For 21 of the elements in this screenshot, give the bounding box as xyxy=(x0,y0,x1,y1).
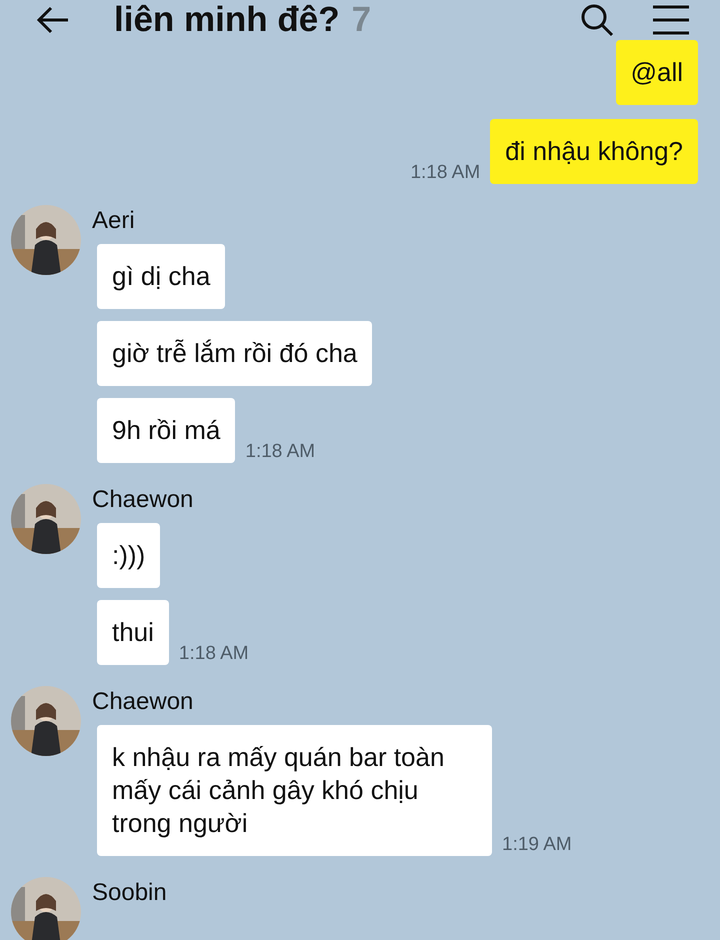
sender-name: Soobin xyxy=(92,879,167,907)
search-icon[interactable] xyxy=(580,3,614,37)
message-time: 1:18 AM xyxy=(245,441,316,463)
message-bubble: thui xyxy=(97,600,169,665)
message-bubble: 9h rồi má xyxy=(97,398,236,463)
message-time: 1:18 AM xyxy=(410,162,480,184)
message-time: 1:18 AM xyxy=(178,643,249,665)
back-icon[interactable] xyxy=(36,6,70,34)
sender-name: Chaewon xyxy=(92,486,194,514)
message-bubble: gì dị cha xyxy=(97,244,226,309)
menu-icon[interactable] xyxy=(652,5,690,35)
message-bubble: k nhậu ra mấy quán bar toàn mấy cái cảnh gây khó chịu trong người xyxy=(97,725,492,856)
sender-name: Chaewon xyxy=(92,688,194,716)
message-time: 1:19 AM xyxy=(502,834,572,856)
member-count: 7 xyxy=(352,0,372,40)
sender-name: Aeri xyxy=(92,207,136,235)
message-bubble: đi nhậu không? xyxy=(490,119,698,184)
chat-title: liên minh đê? xyxy=(114,0,340,40)
message-bubble: giờ trễ lắm rồi đó cha xyxy=(97,321,372,386)
message-bubble: @all xyxy=(616,40,698,105)
message-bubble: :))) xyxy=(97,523,160,588)
